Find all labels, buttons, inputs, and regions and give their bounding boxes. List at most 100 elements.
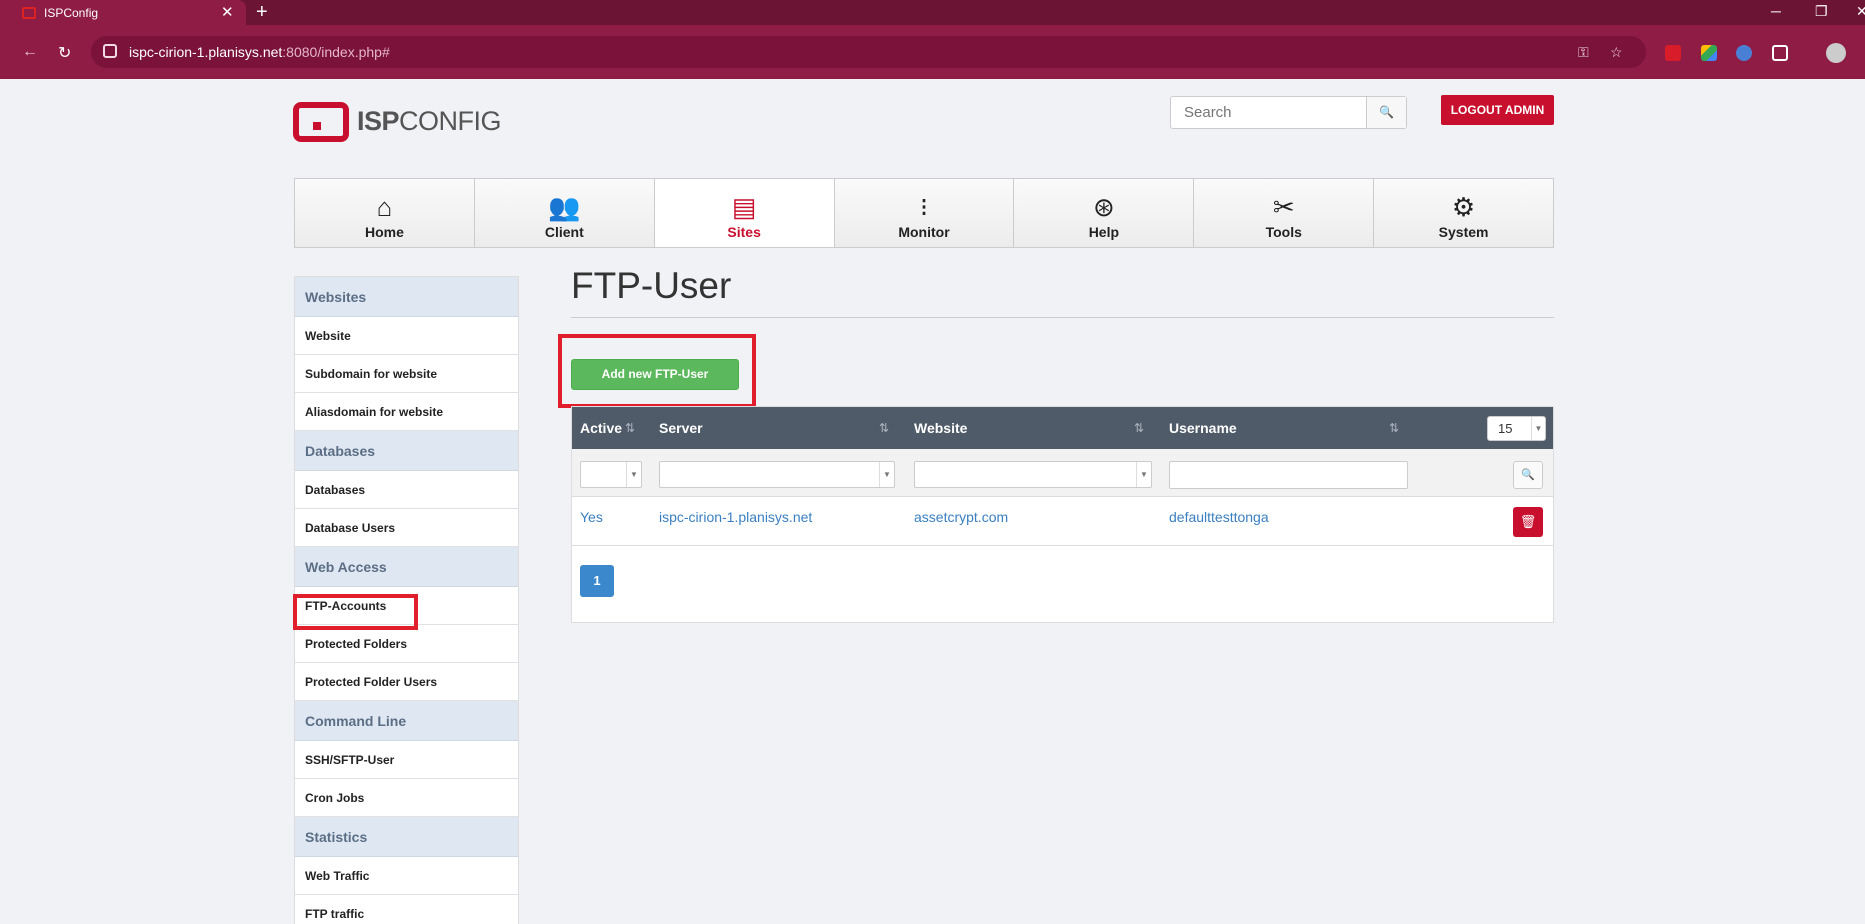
chevron-down-icon: ▼: [626, 462, 641, 487]
delete-trash-icon[interactable]: 🗑: [1513, 507, 1543, 537]
rows-per-page-select[interactable]: 15 ▼: [1487, 416, 1546, 441]
nav-sites[interactable]: ▤ Sites: [654, 179, 835, 247]
url-path: :8080/index.php#: [282, 44, 390, 60]
sort-icon[interactable]: ⇅: [1389, 407, 1399, 449]
main-navigation: ⌂ Home 👥 Client ▤ Sites ⁝ Monitor ⊛ Help…: [294, 178, 1554, 248]
column-header-server[interactable]: Server: [659, 407, 703, 449]
extensions-puzzle-icon[interactable]: [1772, 45, 1788, 61]
sidebar-item-databases[interactable]: Databases: [295, 471, 518, 509]
restore-icon[interactable]: ❐: [1815, 3, 1828, 20]
sidebar-item-protected-folder-users[interactable]: Protected Folder Users: [295, 663, 518, 701]
logo-light-text: CONFIG: [399, 106, 502, 136]
filter-search-icon[interactable]: 🔍: [1513, 461, 1543, 489]
ftp-user-table: Active ⇅ Server ⇅ Website ⇅ Username ⇅ 1…: [571, 406, 1554, 623]
filter-server-select[interactable]: ▼: [659, 461, 895, 488]
filter-username-input[interactable]: [1169, 461, 1408, 489]
bookmark-star-icon[interactable]: ☆: [1610, 44, 1623, 61]
sidebar-item-subdomain[interactable]: Subdomain for website: [295, 355, 518, 393]
password-key-icon[interactable]: ⚿: [1578, 44, 1589, 61]
nav-label: Client: [544, 224, 584, 240]
profile-avatar[interactable]: [1826, 43, 1846, 63]
table-row: Yes ispc-cirion-1.planisys.net assetcryp…: [572, 497, 1553, 546]
nav-tools[interactable]: ✂ Tools: [1194, 179, 1375, 247]
header-search: 🔍: [1170, 96, 1407, 129]
reload-icon[interactable]: ↻: [58, 43, 71, 63]
logout-button[interactable]: LOGOUT ADMIN: [1441, 95, 1554, 125]
sidebar-item-aliasdomain[interactable]: Aliasdomain for website: [295, 393, 518, 431]
gear-icon: ⚙: [1451, 192, 1476, 222]
rows-per-page-value: 15: [1498, 421, 1513, 436]
browser-tab[interactable]: ISPConfig ✕: [0, 0, 246, 25]
nav-label: Sites: [727, 224, 761, 240]
sidebar-item-ssh-sftp-user[interactable]: SSH/SFTP-User: [295, 741, 518, 779]
cell-website[interactable]: assetcrypt.com: [914, 509, 1008, 525]
column-header-username[interactable]: Username: [1169, 407, 1237, 449]
url-text: ispc-cirion-1.planisys.net:8080/index.ph…: [129, 44, 390, 60]
extension-circle-icon[interactable]: [1736, 45, 1752, 61]
logo-mark-icon: [293, 102, 349, 142]
traffic-light-icon: ⁝: [919, 192, 929, 222]
browser-toolbar: ← ↻ ispc-cirion-1.planisys.net:8080/inde…: [0, 25, 1865, 79]
users-icon: 👥: [548, 192, 581, 222]
tools-icon: ✂: [1272, 192, 1295, 222]
sidebar-item-protected-folders[interactable]: Protected Folders: [295, 625, 518, 663]
highlight-box-ftp-accounts: [293, 594, 418, 630]
extension-stop-icon[interactable]: [1665, 45, 1681, 61]
back-arrow-icon[interactable]: ←: [22, 43, 38, 61]
sidebar-section-websites: Websites: [295, 277, 518, 317]
nav-help[interactable]: ⊛ Help: [1014, 179, 1195, 247]
nav-client[interactable]: 👥 Client: [474, 179, 655, 247]
new-tab-button[interactable]: +: [256, 1, 268, 24]
sidebar-item-ftp-traffic[interactable]: FTP traffic: [295, 895, 518, 924]
search-input[interactable]: [1171, 97, 1367, 128]
tab-title: ISPConfig: [44, 6, 99, 20]
table-header: Active ⇅ Server ⇅ Website ⇅ Username ⇅ 1…: [572, 407, 1553, 449]
tab-close-icon[interactable]: ✕: [221, 3, 234, 21]
pagination-page-1[interactable]: 1: [580, 565, 614, 597]
cell-active[interactable]: Yes: [580, 509, 603, 525]
sort-icon[interactable]: ⇅: [625, 407, 635, 449]
nav-label: System: [1438, 224, 1489, 240]
filter-active-select[interactable]: ▼: [580, 461, 642, 488]
sort-icon[interactable]: ⇅: [1134, 407, 1144, 449]
nav-monitor[interactable]: ⁝ Monitor: [834, 179, 1015, 247]
home-icon: ⌂: [376, 192, 393, 222]
cell-server[interactable]: ispc-cirion-1.planisys.net: [659, 509, 812, 525]
nav-label: Monitor: [898, 224, 950, 240]
address-bar[interactable]: ispc-cirion-1.planisys.net:8080/index.ph…: [91, 36, 1646, 68]
sidebar-item-web-traffic[interactable]: Web Traffic: [295, 857, 518, 895]
cell-username[interactable]: defaulttesttonga: [1169, 509, 1269, 525]
column-header-active[interactable]: Active: [580, 407, 622, 449]
google-drive-icon[interactable]: [1701, 45, 1717, 61]
sidebar-item-website[interactable]: Website: [295, 317, 518, 355]
filter-row: ▼ ▼ ▼ 🔍: [572, 449, 1553, 497]
minimize-icon[interactable]: ─: [1771, 3, 1781, 19]
sort-icon[interactable]: ⇅: [879, 407, 889, 449]
sidebar-section-web-access: Web Access: [295, 547, 518, 587]
page-title: FTP-User: [571, 265, 732, 306]
nav-label: Tools: [1265, 224, 1302, 240]
sidebar-section-databases: Databases: [295, 431, 518, 471]
logo-text: ISPCONFIG: [357, 106, 502, 137]
site-info-icon[interactable]: [103, 44, 117, 58]
search-icon[interactable]: 🔍: [1366, 97, 1406, 128]
nav-label: Help: [1088, 224, 1120, 240]
logo-bold-text: ISP: [357, 106, 400, 136]
sites-icon: ▤: [731, 192, 757, 222]
sidebar-section-statistics: Statistics: [295, 817, 518, 857]
sidebar-item-database-users[interactable]: Database Users: [295, 509, 518, 547]
window-close-icon[interactable]: ✕: [1856, 3, 1865, 20]
ispconfig-logo[interactable]: ISPCONFIG: [293, 100, 503, 144]
nav-home[interactable]: ⌂ Home: [295, 179, 475, 247]
chevron-down-icon: ▼: [1531, 417, 1545, 440]
sidebar-item-cron-jobs[interactable]: Cron Jobs: [295, 779, 518, 817]
chevron-down-icon: ▼: [879, 462, 894, 487]
nav-system[interactable]: ⚙ System: [1374, 179, 1554, 247]
title-divider: [571, 317, 1554, 318]
lifebuoy-icon: ⊛: [1092, 192, 1115, 222]
chevron-down-icon: ▼: [1136, 462, 1151, 487]
filter-website-select[interactable]: ▼: [914, 461, 1152, 488]
url-host: ispc-cirion-1.planisys.net: [129, 44, 283, 60]
column-header-website[interactable]: Website: [914, 407, 967, 449]
highlight-box-add-button: [558, 334, 756, 408]
